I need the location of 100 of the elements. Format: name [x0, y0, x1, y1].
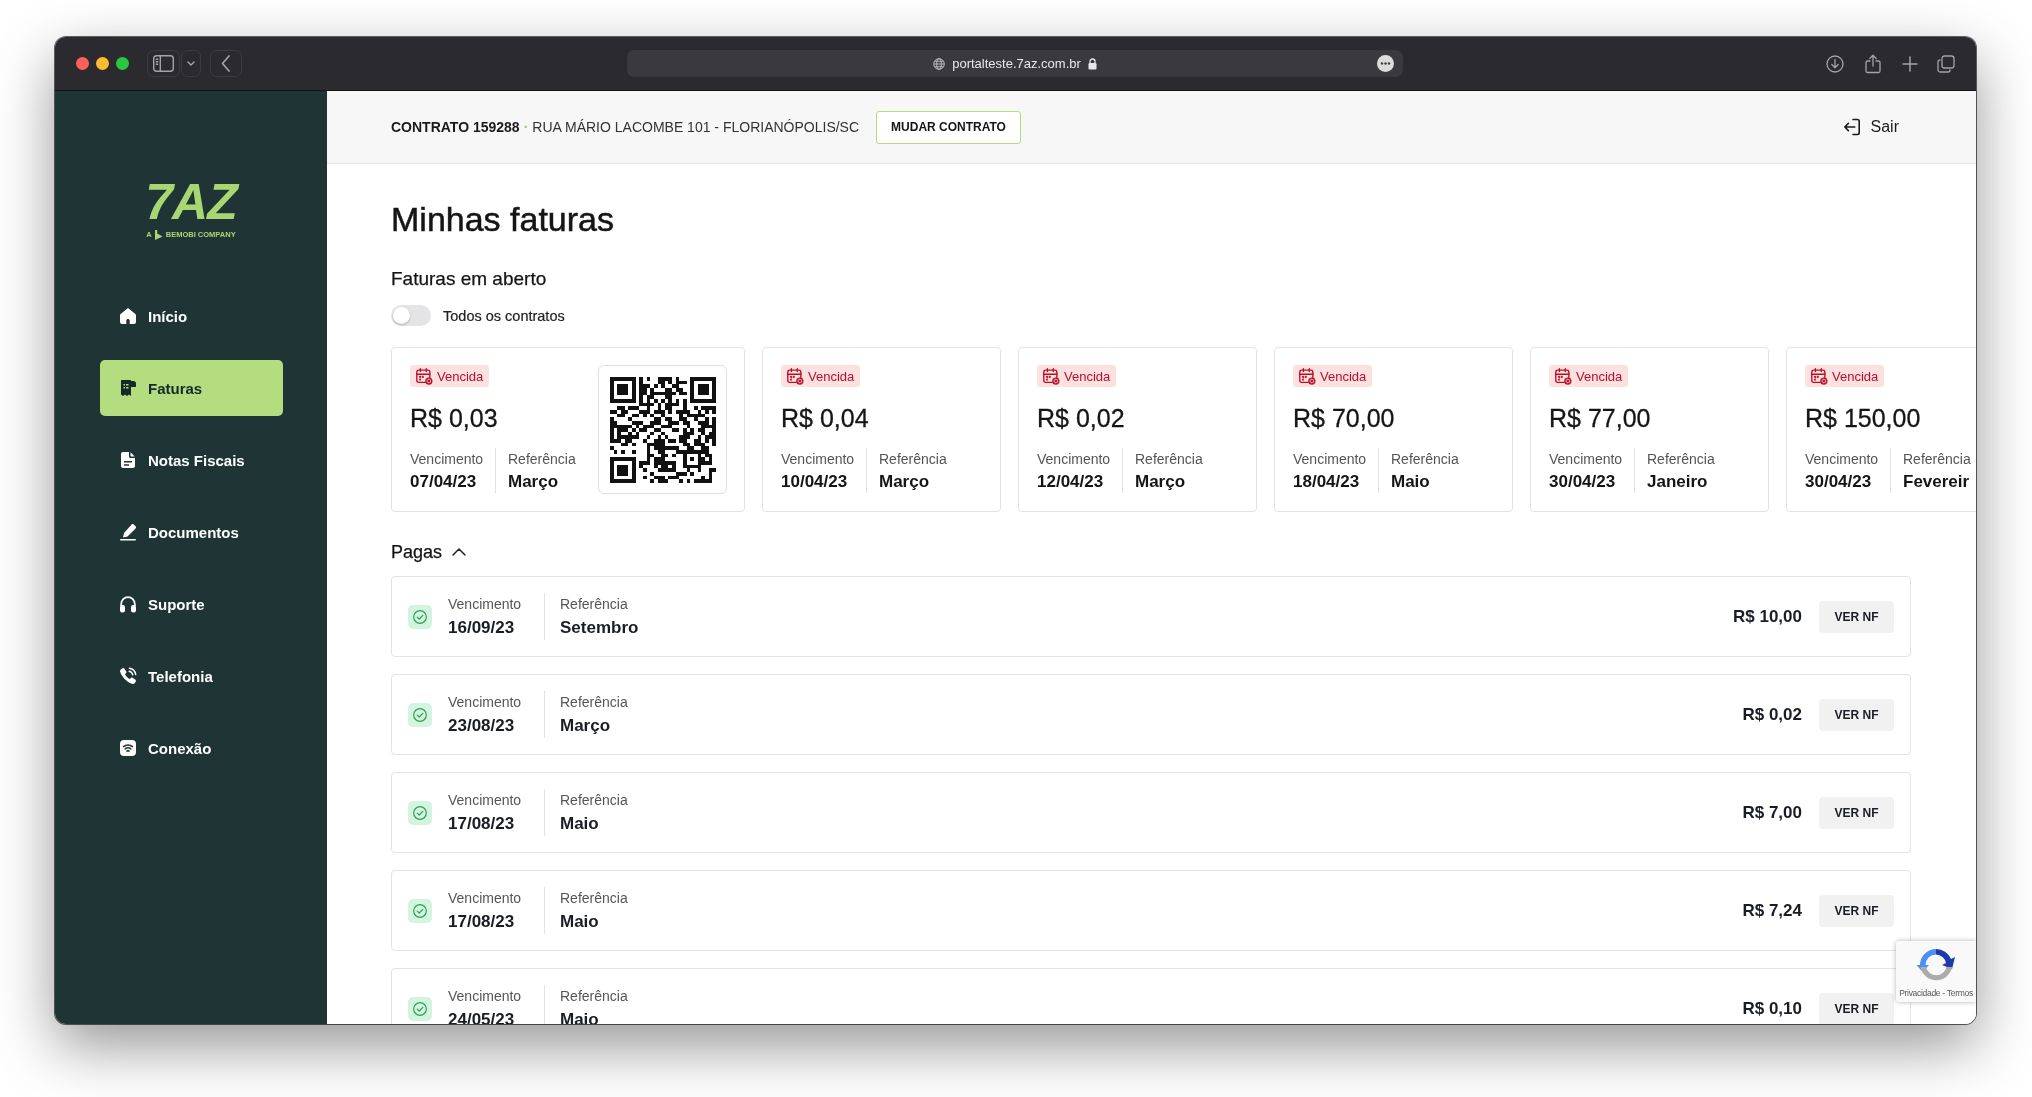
- section-heading: Faturas em aberto: [391, 267, 548, 291]
- reference-month: Janeiro: [1647, 471, 1709, 492]
- field-label: Vencimento: [781, 449, 856, 468]
- reference-month: Maio: [560, 812, 600, 835]
- reference-month: Março: [560, 714, 612, 737]
- due-date: 07/04/23: [410, 471, 478, 492]
- back-icon[interactable]: [210, 50, 242, 77]
- logo-mark-icon: [154, 229, 163, 240]
- invoice-amount: R$ 77,00: [1549, 403, 1651, 434]
- reference-month: Setembro: [560, 616, 639, 639]
- reference-month: Março: [879, 471, 931, 492]
- invoice-amount: R$ 10,00: [1733, 606, 1802, 627]
- field-label: Referência: [560, 692, 628, 711]
- invoice-amount: R$ 0,03: [410, 403, 498, 434]
- view-invoice-button[interactable]: VER NF: [1819, 796, 1894, 829]
- field-label: Vencimento: [448, 692, 523, 711]
- reference-month: Março: [508, 471, 560, 492]
- tabs-overview-icon[interactable]: [1937, 54, 1955, 73]
- due-date: 17/08/23: [448, 812, 516, 835]
- sidebar-item[interactable]: Telefonia: [100, 648, 283, 704]
- window-zoom-icon[interactable]: [116, 57, 129, 70]
- sidebar-item[interactable]: Faturas: [100, 360, 283, 416]
- field-label: Vencimento: [448, 888, 523, 907]
- field-label: Referência: [1391, 449, 1459, 468]
- field-label: Referência: [560, 594, 629, 613]
- reference-month: Maio: [560, 910, 600, 933]
- contract-number: CONTRATO 159288: [391, 119, 520, 135]
- lock-icon: [1087, 57, 1097, 70]
- due-date: 30/04/23: [1805, 471, 1873, 492]
- invoice-amount: R$ 70,00: [1293, 403, 1395, 434]
- invoice-amount: R$ 7,00: [1742, 802, 1802, 823]
- field-label: Referência: [1135, 449, 1203, 468]
- reference-month: Maio: [1391, 471, 1431, 492]
- status-label: Vencida: [1576, 368, 1623, 384]
- view-invoice-button[interactable]: VER NF: [1819, 600, 1894, 633]
- reference-month: Fevereir: [1903, 471, 1971, 492]
- invoice-amount: R$ 0,10: [1742, 998, 1802, 1019]
- sidebar-item[interactable]: Suporte: [100, 576, 283, 632]
- chevron-down-icon[interactable]: [181, 50, 201, 77]
- field-label: Vencimento: [448, 790, 523, 809]
- field-label: Referência: [1903, 449, 1971, 468]
- reference-month: Maio: [560, 1008, 600, 1024]
- field-label: Vencimento: [1293, 449, 1368, 468]
- invoice-amount: R$ 0,04: [781, 403, 869, 434]
- logout-icon: [1841, 117, 1862, 137]
- sidebar-toggle-icon[interactable]: [147, 50, 180, 77]
- change-contract-button[interactable]: MUDAR CONTRATO: [876, 110, 1021, 144]
- home-icon: [118, 306, 138, 326]
- due-date: 23/08/23: [448, 714, 516, 737]
- field-label: Referência: [879, 449, 947, 468]
- field-label: Referência: [1647, 449, 1715, 468]
- privacy-terms-text[interactable]: Privacidade - Termos: [1899, 988, 1973, 998]
- field-label: Referência: [560, 986, 628, 1005]
- globe-icon: [933, 57, 946, 70]
- field-label: Referência: [508, 449, 576, 468]
- reference-month: Março: [1135, 471, 1187, 492]
- field-label: Vencimento: [448, 986, 523, 1005]
- invoice-amount: R$ 0,02: [1037, 403, 1125, 434]
- new-tab-icon[interactable]: [1902, 55, 1918, 72]
- status-label: Vencida: [1832, 368, 1879, 384]
- field-label: Vencimento: [1805, 449, 1880, 468]
- contract-address: RUA MÁRIO LACOMBE 101 - FLORIANÓPOLIS/SC: [532, 119, 860, 135]
- toggle-switch[interactable]: [391, 305, 431, 326]
- more-options-icon[interactable]: [1377, 55, 1394, 72]
- due-date: 12/04/23: [1037, 471, 1105, 492]
- download-icon[interactable]: [1826, 54, 1844, 73]
- pen-icon: [118, 522, 138, 542]
- invoice-amount: R$ 0,02: [1742, 704, 1802, 725]
- status-label: Vencida: [1064, 368, 1111, 384]
- separator-dot: ·: [523, 119, 529, 135]
- document-icon: [118, 450, 138, 470]
- page-title: Minhas faturas: [391, 199, 615, 239]
- window-close-icon[interactable]: [76, 57, 89, 70]
- due-date: 16/09/23: [448, 616, 516, 639]
- sidebar-item[interactable]: Conexão: [100, 720, 283, 776]
- phone-icon: [118, 666, 138, 686]
- wifi-icon: [118, 738, 138, 758]
- sidebar-item[interactable]: Notas Fiscais: [100, 432, 283, 488]
- field-label: Vencimento: [1037, 449, 1112, 468]
- view-invoice-button[interactable]: VER NF: [1819, 894, 1894, 927]
- logout-button[interactable]: Sair: [1841, 117, 1899, 137]
- due-date: 10/04/23: [781, 471, 849, 492]
- field-label: Referência: [560, 888, 628, 907]
- share-icon[interactable]: [1864, 53, 1882, 74]
- headphones-icon: [118, 594, 138, 614]
- status-label: Vencida: [808, 368, 855, 384]
- window-minimize-icon[interactable]: [96, 57, 109, 70]
- address-bar[interactable]: portalteste.7az.com.br: [627, 50, 1403, 77]
- sidebar-item[interactable]: Documentos: [100, 504, 283, 560]
- section-toggle[interactable]: Pagas: [391, 540, 467, 564]
- field-label: Vencimento: [448, 594, 523, 613]
- sidebar-item[interactable]: Início: [100, 288, 283, 344]
- view-invoice-button[interactable]: VER NF: [1819, 698, 1894, 731]
- status-label: Vencida: [437, 368, 484, 384]
- status-label: Vencida: [1320, 368, 1367, 384]
- invoice-amount: R$ 150,00: [1805, 403, 1921, 434]
- receipt-icon: [118, 378, 138, 398]
- due-date: 18/04/23: [1293, 471, 1361, 492]
- field-label: Vencimento: [410, 449, 485, 468]
- view-invoice-button[interactable]: VER NF: [1819, 992, 1894, 1024]
